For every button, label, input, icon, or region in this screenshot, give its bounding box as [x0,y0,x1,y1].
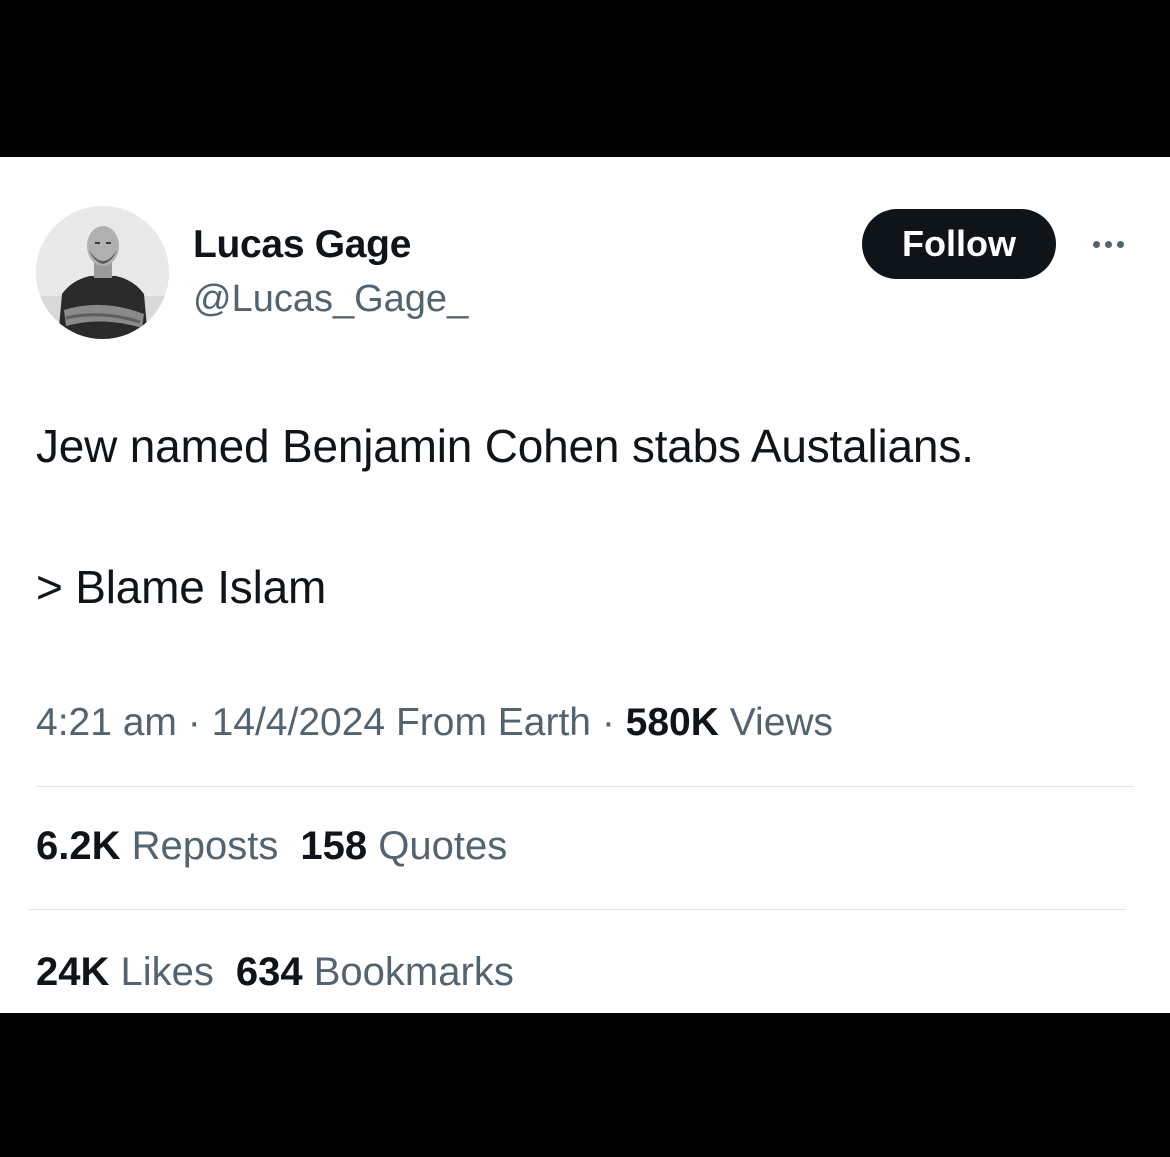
tweet-meta: 4:21 am · 14/4/2024 From Earth · 580K Vi… [36,701,833,745]
tweet-date[interactable]: 14/4/2024 [212,701,386,744]
top-letterbox-bar [0,0,1170,157]
tweet-text-line: Jew named Benjamin Cohen stabs Austalian… [36,420,974,472]
engagement-row: 6.2K Reposts 158 Quotes [36,824,529,869]
more-dot [1104,240,1112,248]
avatar-photo [36,206,169,339]
tweet-card: Lucas Gage @Lucas_Gage_ Follow Jew named… [0,157,1170,1013]
reposts-stat[interactable]: 6.2K Reposts [36,824,278,868]
follow-button[interactable]: Follow [862,209,1056,279]
reposts-count: 6.2K [36,824,121,868]
more-icon[interactable] [1082,227,1134,261]
tweet-time[interactable]: 4:21 am [36,701,177,744]
engagement-row: 24K Likes 634 Bookmarks [36,950,536,995]
quotes-stat[interactable]: 158 Quotes [300,824,507,868]
user-handle[interactable]: @Lucas_Gage_ [193,278,468,321]
views-label: Views [718,701,834,744]
divider [28,909,1126,910]
bookmarks-stat[interactable]: 634 Bookmarks [236,950,514,994]
divider [36,786,1134,787]
views-count: 580K [625,701,719,744]
bottom-letterbox-bar [0,1013,1170,1157]
quotes-count: 158 [300,824,368,868]
tweet-source: From Earth [385,701,591,744]
more-dot [1092,240,1100,248]
likes-stat[interactable]: 24K Likes [36,950,214,994]
reposts-label: Reposts [120,824,279,868]
display-name[interactable]: Lucas Gage [193,223,411,267]
meta-separator: · [176,701,212,744]
bookmarks-count: 634 [235,950,303,994]
avatar[interactable] [36,206,169,339]
meta-separator: · [590,701,626,744]
quotes-label: Quotes [367,824,508,868]
more-dot [1116,240,1124,248]
bookmarks-label: Bookmarks [302,950,514,994]
likes-count: 24K [36,950,110,994]
tweet-text-line: > Blame Islam [36,561,327,613]
likes-label: Likes [109,950,214,994]
